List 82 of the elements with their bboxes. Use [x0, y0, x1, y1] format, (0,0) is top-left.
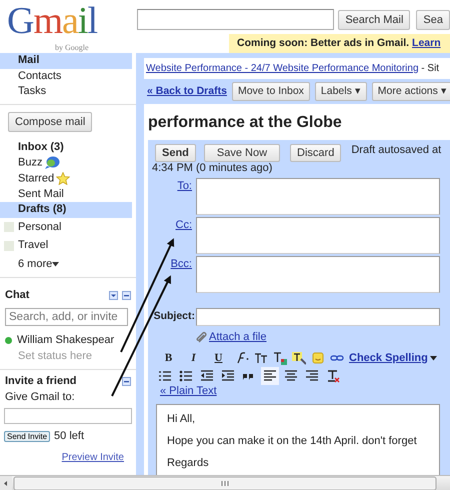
search-button[interactable]: Sea — [416, 10, 450, 30]
font-size-icon[interactable] — [254, 350, 268, 365]
caret-icon[interactable] — [52, 261, 60, 268]
minimize-icon[interactable] — [122, 291, 131, 300]
message-body[interactable]: Hi All, Hope you can make it on the 14th April. don't forget Regards — [156, 404, 440, 475]
compose-button[interactable]: Compose mail — [8, 112, 92, 132]
banner: Coming soon: Better ads in Gmail. Learn — [229, 34, 450, 53]
recipient-field[interactable] — [196, 217, 440, 254]
search-button[interactable]: Search Mail — [338, 10, 410, 30]
outdent-icon[interactable] — [200, 368, 214, 382]
back-link[interactable]: « Back to Drafts — [147, 84, 227, 100]
toolbar-button[interactable]: More actions ▾ — [372, 82, 450, 101]
folder-label[interactable]: Starred — [18, 172, 54, 184]
underline-button[interactable]: U — [210, 350, 227, 366]
speech-bubble-icon — [44, 156, 60, 169]
nav-item[interactable]: Tasks — [0, 84, 136, 100]
label-item[interactable]: Travel — [18, 237, 48, 254]
compose-action-button[interactable]: Save Now — [204, 144, 280, 162]
chat-search-field[interactable]: Search, add, or invite — [5, 308, 128, 326]
logo-subtext: by Google — [55, 42, 89, 54]
autosave-text: Draft autosaved at — [351, 143, 442, 158]
more-labels-link[interactable]: 6 more — [18, 256, 52, 272]
bullet-list-icon[interactable] — [178, 368, 192, 382]
label-swatch-icon — [4, 222, 14, 232]
nav-item[interactable]: Contacts — [0, 68, 136, 84]
label-swatch-icon — [4, 240, 14, 251]
compose-action-button[interactable]: Send — [155, 144, 196, 162]
minimize-icon[interactable] — [122, 376, 131, 386]
send-invite-button[interactable]: Send Invite — [4, 430, 50, 442]
align-center-icon[interactable] — [284, 368, 298, 382]
folder-item[interactable]: Inbox (3) — [0, 140, 136, 155]
text-color-icon[interactable] — [273, 350, 287, 365]
invites-left: 50 left — [54, 428, 84, 444]
folder-row[interactable]: Starred — [0, 170, 136, 187]
search-field[interactable] — [137, 9, 334, 30]
bold-button[interactable]: B — [160, 350, 177, 366]
gmail-logo: Gmail — [7, 4, 98, 38]
invite-email-field[interactable] — [4, 408, 132, 424]
recipient-link[interactable]: To: — [177, 180, 192, 192]
subject-field[interactable] — [196, 308, 440, 326]
body-text: Hi All, — [167, 412, 196, 426]
body-text: Regards — [167, 456, 210, 470]
dropdown-icon[interactable] — [109, 291, 118, 300]
caret-icon[interactable] — [430, 354, 438, 361]
recipient-field[interactable] — [196, 178, 440, 215]
recipient-field[interactable] — [196, 256, 440, 293]
align-left-icon[interactable] — [262, 368, 276, 382]
subject-label: Subject: — [152, 309, 196, 324]
label-item[interactable]: Personal — [18, 218, 62, 236]
folder-row[interactable]: Buzz — [0, 155, 136, 171]
nav-item[interactable]: Mail — [0, 53, 132, 68]
check-spelling-link[interactable]: Check Spelling — [349, 350, 428, 366]
chat-title: Chat — [5, 288, 30, 304]
numbered-list-icon[interactable] — [158, 368, 172, 382]
highlighter-icon[interactable] — [292, 350, 306, 365]
message-title: performance at the Globe — [148, 113, 343, 133]
sponsored-text: - Sit — [420, 63, 440, 74]
clear-format-icon[interactable] — [326, 368, 340, 382]
italic-button[interactable]: I — [185, 350, 202, 366]
paperclip-icon — [196, 331, 207, 344]
toolbar-button[interactable]: Move to Inbox — [232, 82, 310, 101]
folder-item[interactable]: Drafts (8) — [0, 202, 132, 218]
invite-prompt: Give Gmail to: — [4, 390, 76, 406]
attach-link[interactable]: Attach a file — [209, 329, 266, 346]
font-icon[interactable] — [235, 350, 249, 365]
invite-title: Invite a friend — [5, 374, 77, 389]
body-text: Hope you can make it on the 14th April. don't forget — [167, 434, 418, 448]
align-right-icon[interactable] — [304, 368, 318, 382]
recipient-link[interactable]: Cc: — [176, 219, 192, 231]
recipient-link[interactable]: Bcc: — [170, 258, 192, 270]
sponsored-link[interactable]: Website Performance - 24/7 Website Performance Monitoring — [146, 63, 419, 74]
star-icon — [56, 172, 70, 185]
contact-name[interactable]: William Shakespear — [17, 332, 114, 348]
indent-icon[interactable] — [220, 368, 234, 382]
preview-invite-link[interactable]: Preview Invite — [62, 452, 124, 464]
compose-action-button[interactable]: Discard — [290, 144, 342, 162]
folder-item[interactable]: Sent Mail — [0, 186, 136, 202]
folder-label[interactable]: Buzz — [18, 156, 42, 168]
toolbar-button[interactable]: Labels ▾ — [314, 82, 367, 101]
learn-link[interactable]: Learn — [412, 37, 441, 49]
autosave-time: 4:34 PM (0 minutes ago) — [152, 162, 274, 174]
plain-text-link[interactable]: « Plain Text — [160, 385, 217, 397]
